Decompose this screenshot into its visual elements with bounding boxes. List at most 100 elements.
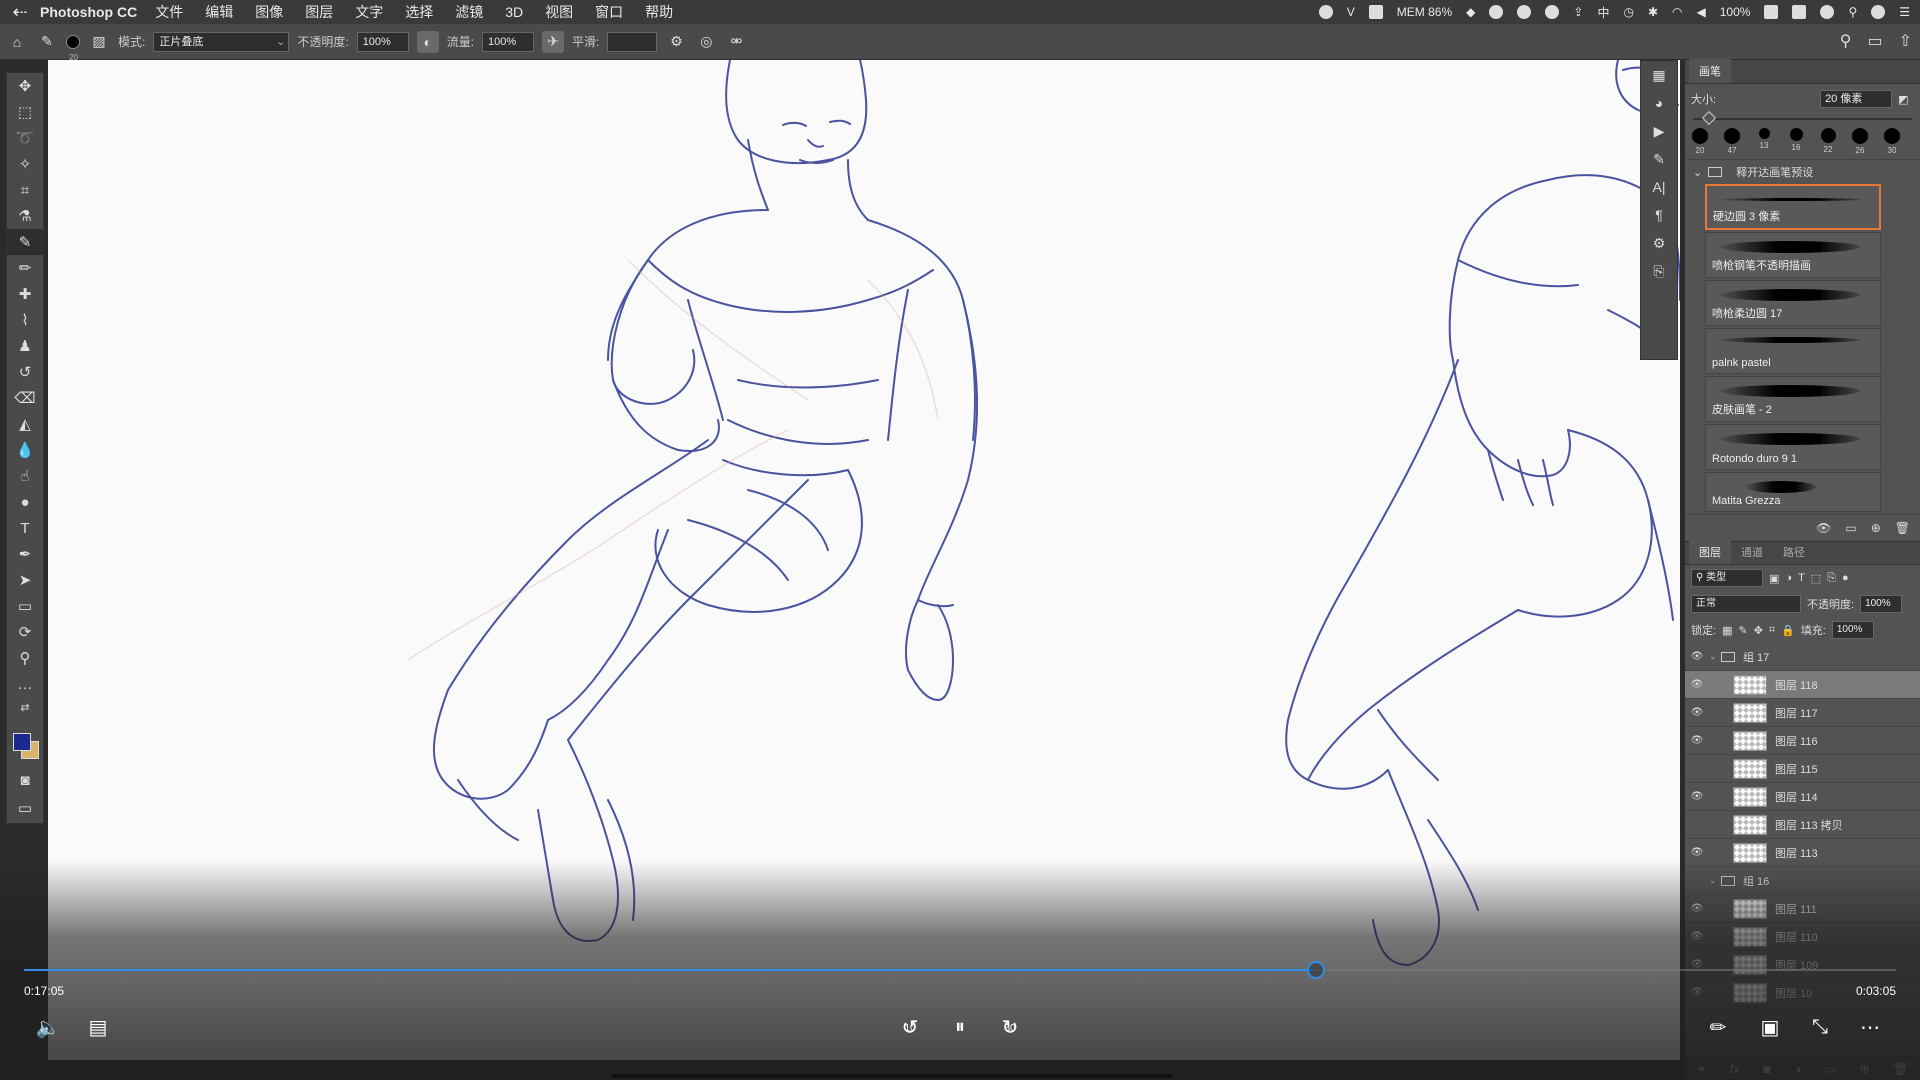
vee-icon[interactable]: V: [1347, 5, 1355, 19]
dropbox-icon[interactable]: ◆: [1466, 5, 1475, 19]
menu-window[interactable]: 窗口: [595, 2, 623, 22]
menu-file[interactable]: 文件: [155, 2, 183, 22]
search-icon[interactable]: ⚲: [1848, 5, 1857, 19]
clock-icon[interactable]: [1820, 5, 1835, 19]
lock-position-icon[interactable]: ✥: [1754, 624, 1763, 637]
healing-brush-tool-icon[interactable]: ✚: [7, 281, 43, 307]
menu-edit[interactable]: 编辑: [205, 2, 233, 22]
pen-tool-icon[interactable]: ✒: [7, 541, 43, 567]
grid-icon[interactable]: ▦: [1641, 61, 1677, 89]
pause-button[interactable]: ⏸: [942, 1012, 978, 1042]
tab-layers[interactable]: 图层: [1689, 540, 1731, 564]
upload-icon[interactable]: ⇪: [1573, 5, 1583, 19]
more-options-icon[interactable]: ⋯: [1852, 1012, 1888, 1042]
tab-channels[interactable]: 通道: [1731, 540, 1773, 564]
brush-panel-toggle-icon[interactable]: ▨: [88, 31, 110, 53]
play-actions-icon[interactable]: ▶: [1641, 117, 1677, 145]
marquee-tool-icon[interactable]: ⬚: [7, 99, 43, 125]
memory-indicator[interactable]: MEM 86%: [1397, 5, 1452, 19]
workspace-icon[interactable]: ▭: [1867, 31, 1882, 51]
pressure-size-icon[interactable]: ◎: [695, 31, 717, 53]
app-s-icon[interactable]: [1792, 5, 1807, 19]
blend-mode-select[interactable]: 正常: [1691, 595, 1801, 613]
display-icon[interactable]: [1368, 5, 1383, 19]
time-machine-icon[interactable]: ◷: [1623, 5, 1633, 19]
tab-paths[interactable]: 路径: [1773, 540, 1815, 564]
visibility-eye-icon[interactable]: 👁: [1685, 735, 1709, 746]
paragraph-icon[interactable]: ¶: [1641, 201, 1677, 229]
picture-in-picture-icon[interactable]: ▣: [1752, 1012, 1788, 1042]
layer-row[interactable]: 👁 图层 117: [1685, 699, 1920, 727]
toggle-preview-icon[interactable]: 👁: [1816, 521, 1831, 535]
preset-size-item[interactable]: 26: [1851, 128, 1869, 155]
crop-tool-icon[interactable]: ⌗: [7, 177, 43, 203]
filter-adjust-icon[interactable]: ◑: [1785, 572, 1792, 584]
more-tools-icon[interactable]: …: [7, 671, 43, 697]
brush-folder[interactable]: ⌄ 释开达画笔预设: [1685, 159, 1920, 184]
siri-icon[interactable]: [1871, 5, 1886, 19]
opacity-field[interactable]: 100%: [356, 31, 409, 52]
visibility-eye-icon[interactable]: 👁: [1685, 791, 1709, 802]
app-name[interactable]: Photoshop CC: [40, 4, 137, 20]
layer-opacity-field[interactable]: 100%: [1860, 595, 1903, 613]
brush-tool-icon[interactable]: ✎: [7, 229, 43, 255]
preset-size-item[interactable]: 22: [1819, 128, 1837, 155]
lock-all-icon[interactable]: 🔒: [1781, 624, 1795, 637]
path-selection-tool-icon[interactable]: ➤: [7, 567, 43, 593]
airbrush-icon[interactable]: ✈: [542, 30, 565, 53]
brush-pressure-icon[interactable]: ◩: [1898, 93, 1908, 106]
video-progress-bar[interactable]: [24, 961, 1896, 979]
new-brush-icon[interactable]: ⊕: [1871, 521, 1881, 535]
filter-smart-icon[interactable]: ⎘: [1827, 572, 1836, 585]
brush-item[interactable]: 喷枪钢笔不透明描画: [1705, 232, 1881, 278]
subtitles-icon[interactable]: ▤: [80, 1012, 116, 1042]
symmetry-icon[interactable]: ⚮: [725, 31, 747, 53]
swap-colors-icon[interactable]: ⇄: [7, 697, 43, 717]
history-brush-tool-icon[interactable]: ↺: [7, 359, 43, 385]
menu-3d[interactable]: 3D: [505, 4, 523, 20]
clone-stamp-tool-icon[interactable]: ♟: [7, 333, 43, 359]
visibility-eye-icon[interactable]: 👁: [1685, 679, 1709, 690]
glyphs-icon[interactable]: ⎘: [1641, 257, 1677, 285]
brush-item[interactable]: Rotondo duro 9 1: [1705, 424, 1881, 470]
battery-percent[interactable]: 100%: [1720, 5, 1751, 19]
move-tool-icon[interactable]: ✥: [7, 73, 43, 99]
tab-brushes[interactable]: 画笔: [1689, 59, 1731, 83]
brush-item[interactable]: 硬边圆 3 像素: [1705, 184, 1881, 230]
brush-tool-preset-icon[interactable]: ✎: [36, 31, 58, 53]
share-icon[interactable]: ⇧: [1899, 31, 1912, 51]
layer-row[interactable]: 👁 图层 114: [1685, 783, 1920, 811]
search-icon[interactable]: ⚲: [1840, 31, 1852, 51]
delete-icon[interactable]: 🗑: [1895, 521, 1910, 535]
pressure-opacity-icon[interactable]: ◐: [416, 30, 439, 53]
preset-size-item[interactable]: 20: [1691, 128, 1709, 155]
layer-row[interactable]: 👁 图层 116: [1685, 727, 1920, 755]
lock-transparent-icon[interactable]: ▦: [1722, 624, 1732, 637]
pencil-icon[interactable]: ✏: [1700, 1012, 1736, 1042]
battery-icon[interactable]: [1764, 5, 1779, 19]
record-icon[interactable]: [1318, 5, 1333, 19]
brush-size-input[interactable]: 20 像素: [1820, 90, 1893, 108]
visibility-eye-icon[interactable]: 👁: [1685, 847, 1709, 858]
color-palette-icon[interactable]: ◕: [1641, 89, 1677, 117]
blur-tool-icon[interactable]: 💧: [7, 437, 43, 463]
eraser-tool-icon[interactable]: ⌫: [7, 385, 43, 411]
paint-bucket-tool-icon[interactable]: ◭: [7, 411, 43, 437]
new-folder-icon[interactable]: ▭: [1845, 521, 1856, 535]
foreground-color-swatch[interactable]: [13, 733, 31, 751]
menu-select[interactable]: 选择: [405, 2, 433, 22]
brush-item[interactable]: Matita Grezza: [1705, 472, 1881, 512]
magic-wand-tool-icon[interactable]: ✧: [7, 151, 43, 177]
properties-icon[interactable]: ⚙: [1641, 229, 1677, 257]
filter-pixel-icon[interactable]: ▣: [1769, 572, 1779, 585]
preset-size-item[interactable]: 16: [1787, 128, 1805, 155]
input-method[interactable]: 中: [1597, 4, 1609, 21]
menu-view[interactable]: 视图: [545, 2, 573, 22]
brush-preview[interactable]: 20: [66, 34, 80, 62]
video-progress-knob[interactable]: [1306, 961, 1325, 979]
layer-row[interactable]: 图层 113 拷贝: [1685, 811, 1920, 839]
brush-settings-icon[interactable]: ✎: [1641, 145, 1677, 173]
dodge-tool-icon[interactable]: ●: [7, 489, 43, 515]
menu-image[interactable]: 图像: [255, 2, 283, 22]
face-icon[interactable]: [1545, 5, 1560, 19]
